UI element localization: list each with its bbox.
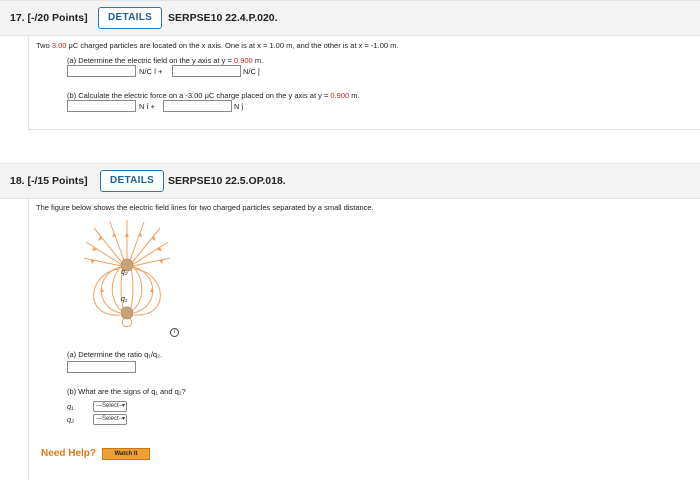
q17a-ex-input[interactable] [67,65,136,77]
chevron-down-icon: ▾ [121,403,125,409]
q17b-fx-input[interactable] [67,100,136,112]
field-arrow-9 [159,260,163,264]
q18-points: 18. [-/15 Points] [10,175,88,187]
q17-body [28,36,700,130]
q17b-unit-i: N î + [139,102,156,111]
q17a-unit-i: N/C î + [139,67,163,76]
field-arrow-8 [91,260,95,264]
q18-details-button[interactable]: DETAILS [100,170,165,192]
need-help-label: Need Help? [41,448,97,459]
field-line-ray-8 [83,257,122,267]
field-arrow-11 [150,288,154,292]
q17b-unit-j: N ĵ [234,102,244,111]
q17-details-button[interactable]: DETAILS [98,7,163,29]
q18a-ratio-input[interactable] [67,361,136,373]
info-icon[interactable]: i [170,328,179,337]
q17-points: 17. [-/20 Points] [10,12,88,24]
select-q1-label: q₁ [67,402,74,411]
q17-charge-value: 3.00 [51,41,67,50]
q18-intro: The figure below shows the electric fiel… [36,203,374,212]
q1-label: q₁ [121,296,128,303]
q18-header: 18. [-/15 Points] DETAILS SERPSE10 22.5.… [0,163,700,199]
field-lines-figure [83,220,171,327]
field-arrow-1 [125,232,129,237]
q18-part-b-prompt: (b) What are the signs of q₁ and q₂? [67,387,186,396]
charge-q1 [120,306,134,320]
field-line-loop-2 [129,264,134,312]
select-q2-label: q₂ [67,415,75,424]
q17a-ey-input[interactable] [172,65,241,77]
q17b-fy-input[interactable] [163,100,232,112]
q17-part-a-prompt: (a) Determine the electric field on the … [67,56,264,65]
q17-intro: Two 3.00 μC charged particles are locate… [36,41,399,50]
q17-header: 17. [-/20 Points] DETAILS SERPSE10 22.4.… [0,0,700,36]
q18-problem-code: SERPSE10 22.5.OP.018. [168,175,286,187]
field-arrow-10 [100,288,104,292]
field-line-ray-9 [132,257,171,267]
q2-label: q₂ [121,269,128,276]
q18-part-a-prompt: (a) Determine the ratio q₁/q₂. [67,350,163,359]
q2-sign-select[interactable]: ---Select--- ▾ [93,414,127,425]
watch-it-button[interactable]: Watch It [102,448,150,460]
q1-sign-select[interactable]: ---Select--- ▾ [93,401,127,412]
q17-problem-code: SERPSE10 22.4.P.020. [168,12,278,24]
chevron-down-icon: ▾ [121,416,125,422]
q17-part-b-prompt: (b) Calculate the electric force on a -3… [67,91,360,100]
q17a-unit-j: N/C ĵ [243,67,260,76]
